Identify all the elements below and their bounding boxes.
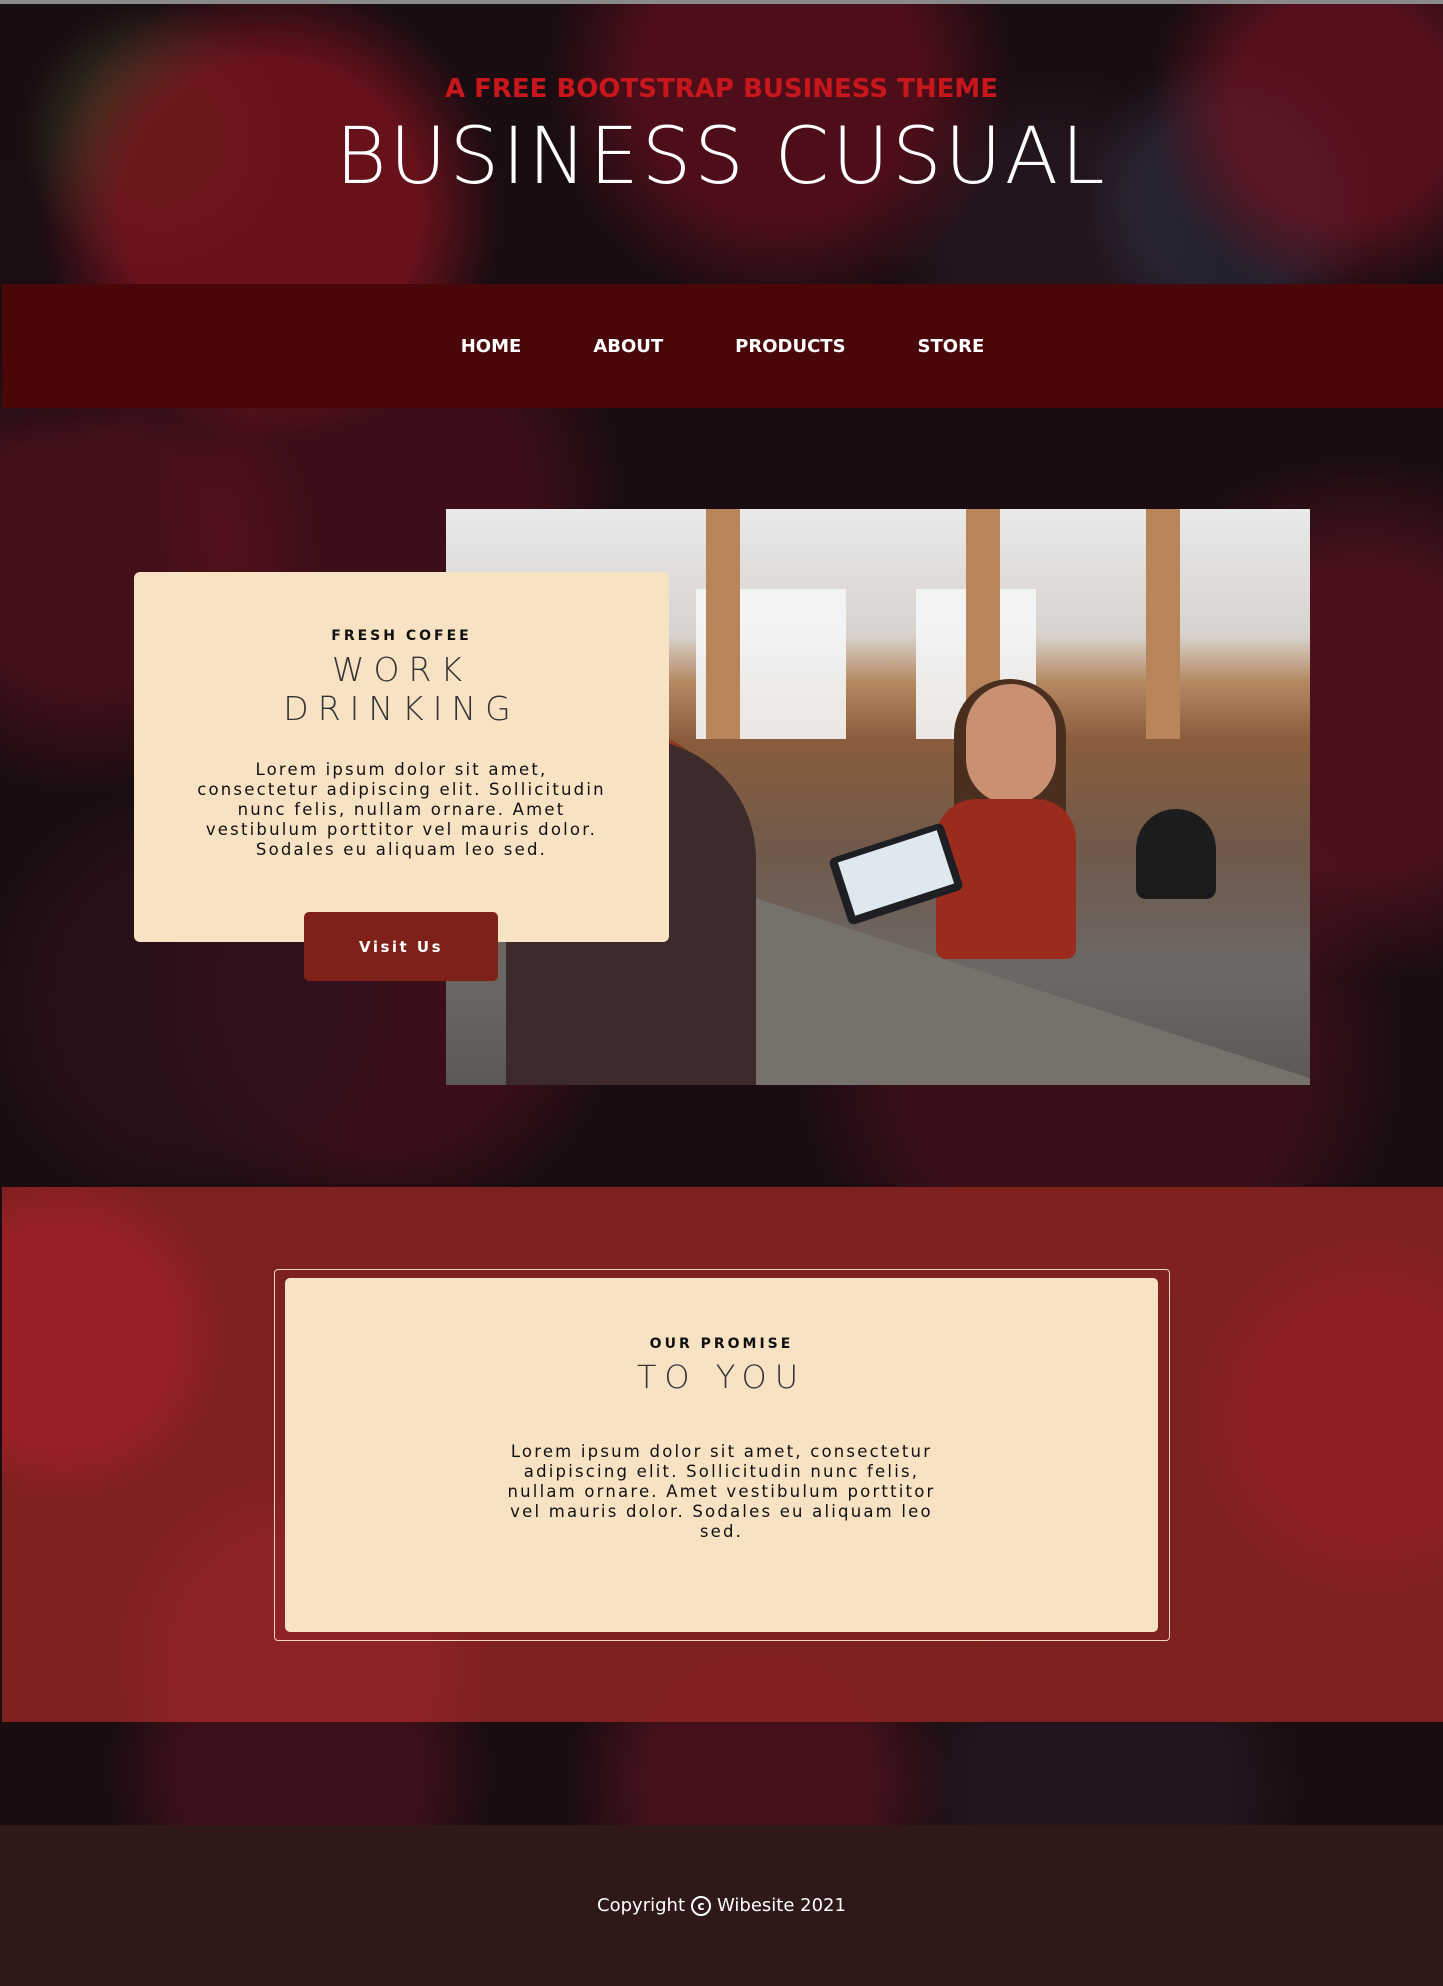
- photo-barista-head: [966, 684, 1056, 804]
- copyright-text: Copyright c Wibesite 2021: [597, 1895, 846, 1916]
- nav-item-products[interactable]: PRODUCTS: [699, 336, 881, 357]
- promise-heading: TO YOU: [285, 1358, 1158, 1396]
- promise-text: Lorem ipsum dolor sit amet, consectetur …: [505, 1442, 938, 1542]
- photo-beam: [706, 509, 740, 739]
- photo-chair: [1136, 809, 1216, 899]
- intro-heading-line1: WORK: [134, 650, 669, 689]
- nav-item-home[interactable]: HOME: [425, 336, 558, 357]
- promise-kicker: OUR PROMISE: [285, 1336, 1158, 1352]
- promise-card: OUR PROMISE TO YOU Lorem ipsum dolor sit…: [285, 1278, 1158, 1632]
- photo-beam: [1146, 509, 1180, 739]
- intro-card: FRESH COFEE WORK DRINKING Lorem ipsum do…: [134, 572, 669, 942]
- site-title: BUSINESS CUSUAL: [0, 112, 1443, 202]
- site-footer: Copyright c Wibesite 2021: [0, 1825, 1443, 1986]
- site-subtitle: A FREE BOOTSTRAP BUSINESS THEME: [0, 74, 1443, 104]
- copyright-icon: c: [691, 1896, 711, 1916]
- visit-us-button[interactable]: Visit Us: [304, 912, 498, 981]
- copyright-label: Copyright: [597, 1895, 685, 1916]
- intro-kicker: FRESH COFEE: [134, 628, 669, 644]
- site-header: A FREE BOOTSTRAP BUSINESS THEME BUSINESS…: [0, 4, 1443, 284]
- intro-heading-line2: DRINKING: [134, 689, 669, 728]
- intro-text: Lorem ipsum dolor sit amet, consectetur …: [194, 760, 609, 860]
- copyright-owner: Wibesite 2021: [717, 1895, 846, 1916]
- intro-heading: WORK DRINKING: [134, 650, 669, 728]
- nav-item-about[interactable]: ABOUT: [557, 336, 699, 357]
- main-nav: HOME ABOUT PRODUCTS STORE: [2, 284, 1443, 408]
- nav-item-store[interactable]: STORE: [882, 336, 1021, 357]
